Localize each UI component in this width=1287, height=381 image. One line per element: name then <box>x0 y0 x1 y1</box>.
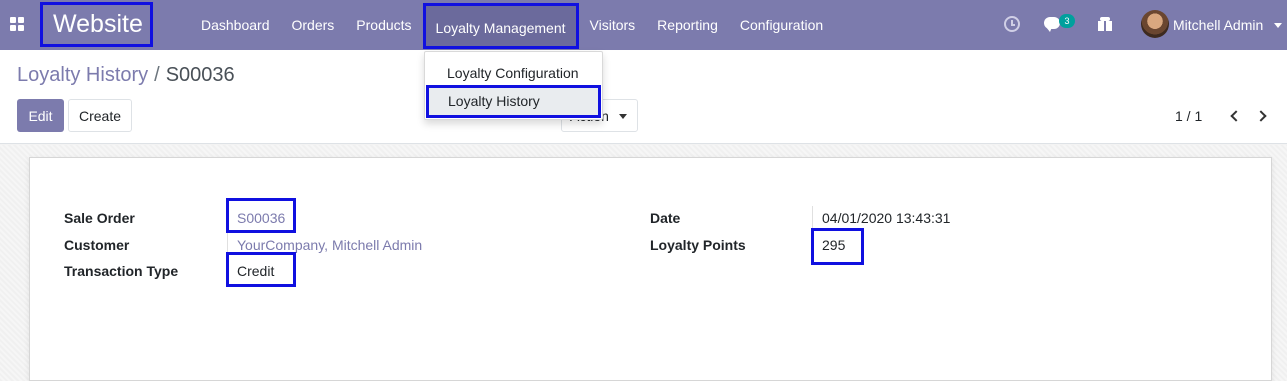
user-avatar[interactable] <box>1141 10 1169 38</box>
breadcrumb-parent-link[interactable]: Loyalty History <box>17 64 148 86</box>
form-sheet: Sale Order Customer Transaction Type S00… <box>29 157 1272 381</box>
pager-value[interactable]: 1 / 1 <box>1175 108 1202 124</box>
transaction-type-label: Transaction Type <box>64 263 179 279</box>
breadcrumb-separator: / <box>154 64 160 86</box>
menu-reporting[interactable]: Reporting <box>646 0 729 50</box>
menu-configuration[interactable]: Configuration <box>729 0 834 50</box>
chevron-left-icon <box>1230 110 1242 122</box>
chevron-down-icon[interactable] <box>1274 23 1282 28</box>
top-menu: Dashboard Orders Products Loyalty Manage… <box>190 0 834 50</box>
chat-icon[interactable] <box>1044 17 1060 32</box>
highlight-sale-order <box>226 198 296 233</box>
caret-down-icon <box>619 114 627 119</box>
pager-previous-button[interactable] <box>1228 109 1242 123</box>
menu-orders[interactable]: Orders <box>281 0 346 50</box>
breadcrumb-current: S00036 <box>165 64 235 86</box>
loyalty-points-label: Loyalty Points <box>650 237 746 253</box>
loyalty-management-dropdown: Loyalty Configuration Loyalty History <box>424 51 603 120</box>
edit-button[interactable]: Edit <box>17 99 64 132</box>
customer-label: Customer <box>64 237 130 253</box>
date-value: 04/01/2020 13:43:31 <box>822 210 951 226</box>
gift-icon[interactable] <box>1098 17 1112 31</box>
activity-clock-icon[interactable] <box>1004 16 1020 32</box>
highlight-transaction-type <box>226 252 296 287</box>
menu-visitors[interactable]: Visitors <box>579 0 647 50</box>
menu-products[interactable]: Products <box>345 0 422 50</box>
user-menu-name[interactable]: Mitchell Admin <box>1173 0 1263 50</box>
breadcrumb: Loyalty History / S00036 <box>17 64 235 87</box>
date-label: Date <box>650 210 681 226</box>
chat-count-badge: 3 <box>1059 14 1075 28</box>
customer-link[interactable]: YourCompany, Mitchell Admin <box>237 237 422 253</box>
sale-order-label: Sale Order <box>64 210 135 226</box>
main-navbar: Website Dashboard Orders Products Loyalt… <box>0 0 1287 50</box>
pager-next-button[interactable] <box>1255 109 1270 123</box>
control-panel: Loyalty History/S00036 Edit Create Actio… <box>0 50 1287 144</box>
dropdown-item-loyalty-configuration[interactable]: Loyalty Configuration <box>425 59 602 87</box>
highlight-loyalty-points <box>811 228 864 265</box>
create-button[interactable]: Create <box>68 99 132 132</box>
menu-dashboard[interactable]: Dashboard <box>190 0 281 50</box>
dropdown-item-loyalty-history[interactable]: Loyalty History <box>426 85 601 118</box>
menu-loyalty-management[interactable]: Loyalty Management <box>422 3 579 49</box>
apps-menu-icon[interactable] <box>10 17 24 31</box>
app-brand[interactable]: Website <box>40 2 153 47</box>
chevron-right-icon <box>1255 110 1267 122</box>
